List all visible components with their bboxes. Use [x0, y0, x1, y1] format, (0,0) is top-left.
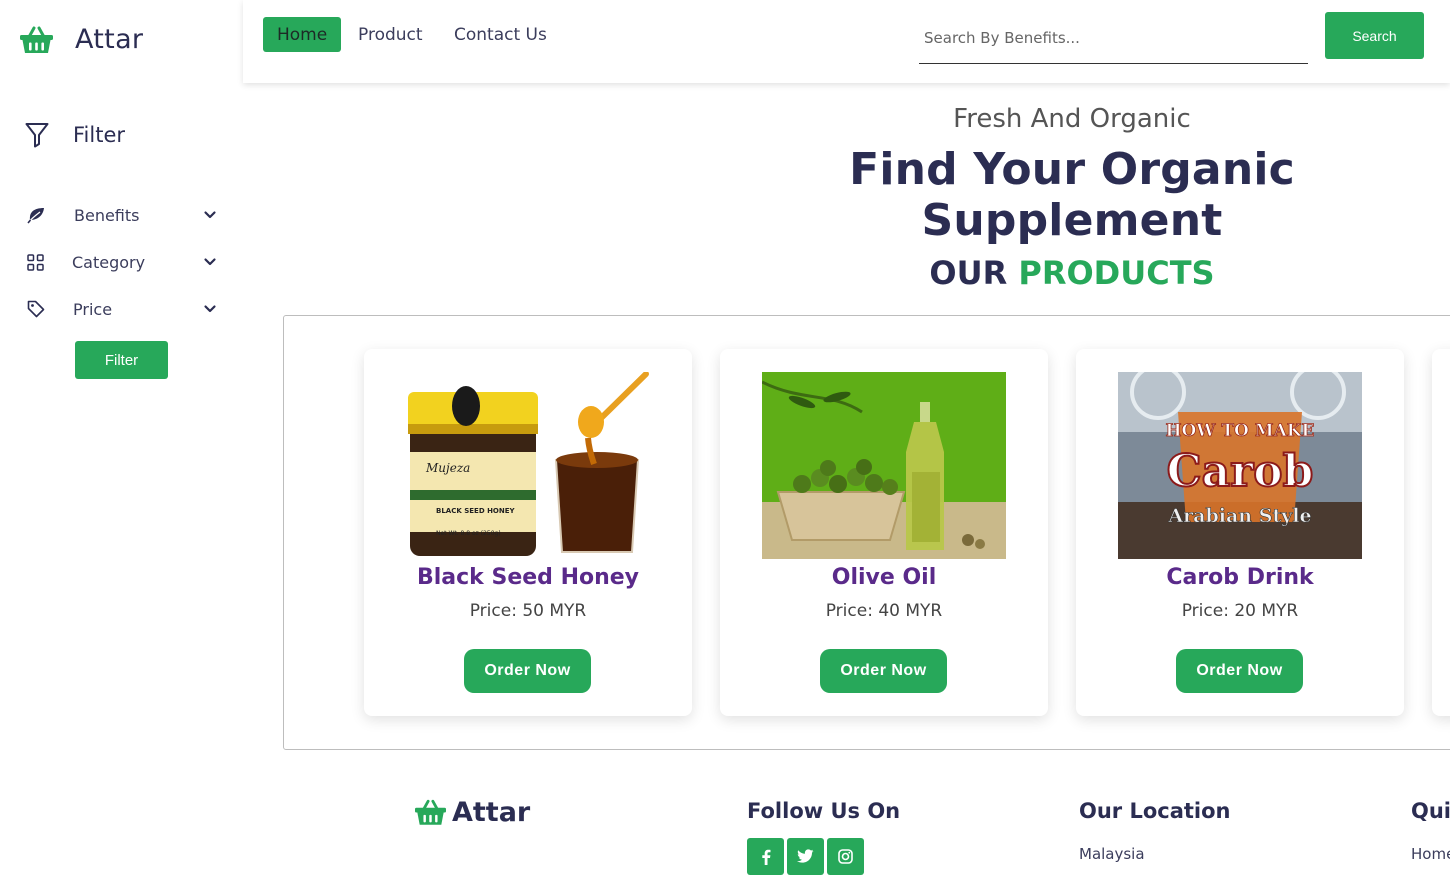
- leaf-icon: [27, 207, 44, 224]
- basket-icon: [415, 799, 446, 825]
- nav-contact-us[interactable]: Contact Us: [454, 17, 547, 52]
- order-now-button[interactable]: Order Now: [820, 649, 947, 693]
- footer-brand-name: Attar: [452, 797, 531, 828]
- hero-title: Find Your Organic Supplement: [849, 144, 1295, 246]
- product-name[interactable]: Carob Drink: [1076, 565, 1404, 590]
- footer-quick-link-home[interactable]: Home: [1411, 845, 1450, 863]
- grid-icon: [27, 253, 44, 271]
- product-card: HOW TO MAKE Carob Arabian Style Carob Dr…: [1076, 349, 1404, 716]
- product-image-olive-oil: [762, 372, 1006, 559]
- sidebar-item-price[interactable]: Price: [27, 297, 217, 321]
- svg-text:Carob: Carob: [1167, 446, 1314, 497]
- svg-text:HOW TO MAKE: HOW TO MAKE: [1166, 421, 1315, 441]
- sidebar-item-label: Benefits: [74, 205, 140, 225]
- order-now-button[interactable]: Order Now: [464, 649, 591, 693]
- footer-quick-links-title: Quick Links: [1411, 799, 1450, 823]
- chevron-down-icon[interactable]: [203, 208, 217, 222]
- chevron-down-icon[interactable]: [203, 255, 217, 269]
- sidebar-item-category[interactable]: Category: [27, 250, 217, 274]
- product-image-carob-drink: HOW TO MAKE Carob Arabian Style: [1118, 372, 1362, 559]
- products-carousel: Mujeza BLACK SEED HONEY Net Wt. 8.8 oz (…: [283, 315, 1450, 750]
- product-name[interactable]: Olive Oil: [720, 565, 1048, 590]
- search-input[interactable]: [919, 12, 1308, 64]
- svg-text:Mujeza: Mujeza: [425, 461, 470, 475]
- sidebar-item-benefits[interactable]: Benefits: [27, 203, 217, 227]
- order-now-button[interactable]: Order Now: [1176, 649, 1303, 693]
- search-button[interactable]: Search: [1325, 12, 1424, 59]
- footer-quick-links-column: Quick Links Home: [1411, 790, 1450, 877]
- product-price: Price: 50 MYR: [469, 601, 587, 621]
- sidebar: Attar Filter Benefits Category Price Fil…: [0, 0, 243, 877]
- product-card: Olive Oil Price: 40 MYR Order Now: [720, 349, 1048, 716]
- instagram-icon[interactable]: [827, 838, 864, 875]
- product-name[interactable]: Black Seed Honey: [364, 565, 692, 590]
- sidebar-item-label: Price: [73, 299, 113, 319]
- product-price: Price: 40 MYR: [825, 601, 943, 621]
- chevron-down-icon[interactable]: [203, 302, 217, 316]
- top-navbar: Home Product Contact Us Search: [243, 0, 1450, 83]
- svg-text:Arabian Style: Arabian Style: [1167, 505, 1311, 527]
- facebook-icon[interactable]: [747, 838, 784, 875]
- svg-text:BLACK SEED HONEY: BLACK SEED HONEY: [436, 507, 516, 515]
- filter-heading: Filter: [25, 122, 125, 148]
- footer-brand[interactable]: Attar: [415, 797, 530, 828]
- brand[interactable]: Attar: [20, 24, 143, 55]
- brand-name: Attar: [75, 24, 144, 55]
- nav-product[interactable]: Product: [358, 17, 423, 52]
- product-price: Price: 20 MYR: [1181, 601, 1299, 621]
- footer-location-value: Malaysia: [1079, 845, 1145, 863]
- product-card-partial: [1432, 349, 1450, 716]
- product-card: Mujeza BLACK SEED HONEY Net Wt. 8.8 oz (…: [364, 349, 692, 716]
- footer-location-title: Our Location: [1079, 799, 1231, 823]
- filter-title: Filter: [73, 123, 126, 147]
- sidebar-item-label: Category: [72, 252, 146, 272]
- twitter-icon[interactable]: [787, 838, 824, 875]
- product-image-black-seed-honey: Mujeza BLACK SEED HONEY Net Wt. 8.8 oz (…: [406, 372, 650, 559]
- footer-follow-title: Follow Us On: [747, 799, 901, 823]
- funnel-icon: [25, 123, 49, 148]
- apply-filter-button[interactable]: Filter: [75, 341, 168, 379]
- hero-subtitle: Fresh And Organic: [953, 104, 1191, 134]
- basket-icon: [20, 26, 53, 53]
- tag-icon: [27, 300, 45, 318]
- svg-text:Net Wt. 8.8 oz (250g): Net Wt. 8.8 oz (250g): [436, 530, 501, 537]
- products-heading-part1: OUR: [929, 254, 1008, 292]
- products-heading-part2: PRODUCTS: [1018, 254, 1215, 292]
- nav-home[interactable]: Home: [263, 17, 342, 52]
- products-heading: OUR PRODUCTS: [841, 254, 1303, 292]
